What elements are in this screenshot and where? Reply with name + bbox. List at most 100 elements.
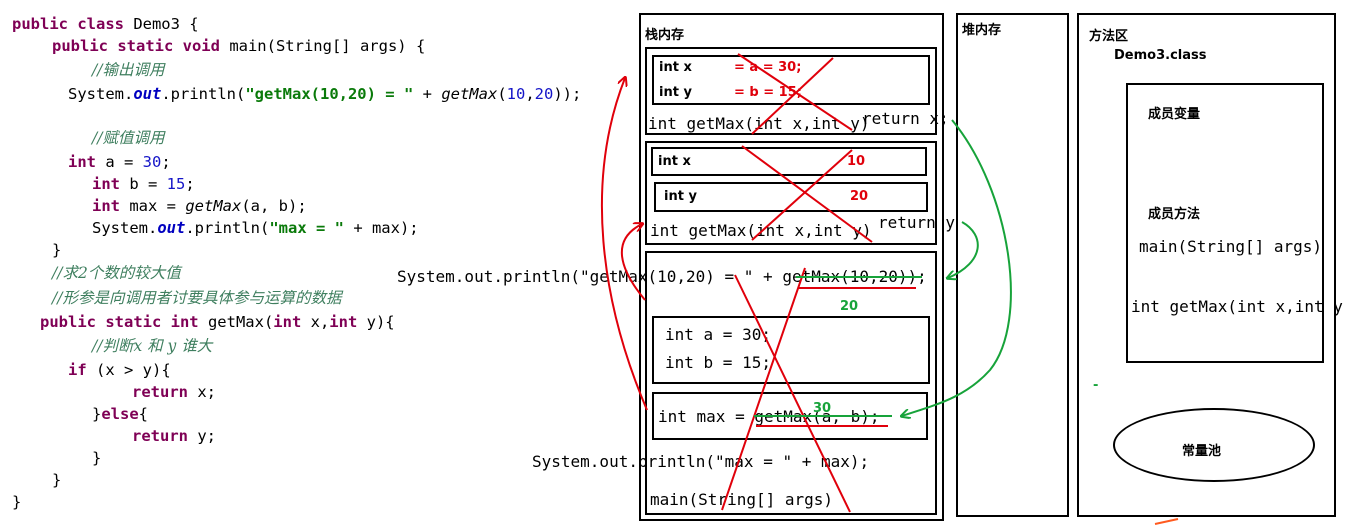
code-decl-a: int a = 30; bbox=[68, 151, 171, 173]
code-text: y){ bbox=[357, 313, 395, 331]
main-frame-println-2: System.out.println("max = " + max); bbox=[532, 452, 870, 471]
code-main-decl: public static void main(String[] args) { bbox=[52, 35, 425, 57]
main-frame-result-30: 30 bbox=[813, 401, 832, 416]
code-close-class: } bbox=[12, 493, 22, 511]
code-text: } bbox=[92, 405, 102, 423]
stack-memory-title: 栈内存 bbox=[645, 28, 685, 43]
code-close-if: } bbox=[92, 449, 102, 467]
main-frame-result-20: 20 bbox=[840, 299, 859, 314]
keyword: return bbox=[132, 383, 188, 401]
code-text: ( bbox=[497, 85, 507, 103]
frame2-val-y: 20 bbox=[850, 189, 869, 204]
code-println-1: System.out.println("getMax(10,20) = " + … bbox=[68, 83, 581, 105]
method-call: getMax bbox=[441, 85, 498, 103]
code-getmax-decl: public static int getMax(int x,int y){ bbox=[40, 311, 395, 333]
frame2-var-y: int y bbox=[664, 189, 697, 204]
keyword: int bbox=[92, 175, 120, 193]
keyword: int bbox=[273, 313, 302, 331]
main-frame-println-1: System.out.println("getMax(10,20) = " + … bbox=[397, 267, 927, 286]
code-text: + bbox=[413, 85, 442, 103]
code-class-decl: public class Demo3 { bbox=[12, 13, 199, 35]
methods-label: 成员方法 bbox=[1148, 207, 1201, 222]
method-call: getMax bbox=[185, 197, 242, 215]
keyword: public static int bbox=[40, 313, 199, 331]
code-comment-compare: //判断x 和 y 谁大 bbox=[92, 337, 213, 355]
code-text: ; bbox=[185, 175, 195, 193]
field-out: out bbox=[133, 85, 162, 103]
code-comment-param: //形参是向调用者讨要具体参与运算的数据 bbox=[52, 289, 342, 307]
field-out: out bbox=[157, 219, 186, 237]
green-dash-mark: - bbox=[1093, 378, 1099, 393]
main-frame-line-b: int b = 15; bbox=[665, 353, 771, 372]
code-else: }else{ bbox=[92, 403, 148, 425]
code-text: a = bbox=[96, 153, 143, 171]
code-text: main(String[] args) { bbox=[219, 37, 426, 55]
string-literal: "max = " bbox=[269, 219, 344, 237]
constant-pool-label: 常量池 bbox=[1182, 444, 1222, 459]
number-literal: 20 bbox=[534, 85, 554, 103]
method-area-title: 方法区 bbox=[1089, 29, 1129, 44]
number-literal: 30 bbox=[142, 153, 162, 171]
number-literal: 10 bbox=[506, 85, 526, 103]
frame2-x-box bbox=[651, 147, 927, 176]
code-text: (x > y){ bbox=[86, 361, 171, 379]
orange-mark bbox=[1154, 518, 1179, 525]
string-literal: "getMax(10,20) = " bbox=[245, 85, 414, 103]
class-name: Demo3.class bbox=[1114, 48, 1207, 63]
class-members-box bbox=[1126, 83, 1324, 363]
main-frame-line-a: int a = 30; bbox=[665, 325, 771, 344]
code-text: y; bbox=[188, 427, 216, 445]
code-close-method: } bbox=[52, 471, 62, 489]
code-text: System. bbox=[92, 219, 158, 237]
code-text: ; bbox=[161, 153, 171, 171]
keyword: int bbox=[329, 313, 358, 331]
frame1-return: return x; bbox=[862, 109, 949, 128]
code-comment-assign-call: //赋值调用 bbox=[92, 129, 165, 147]
keyword: public static void bbox=[52, 37, 220, 55]
number-literal: 15 bbox=[166, 175, 186, 193]
code-comment-output-call: //输出调用 bbox=[92, 61, 165, 79]
frame2-val-x: 10 bbox=[847, 154, 866, 169]
code-text: x, bbox=[301, 313, 330, 331]
frame1-val-y: = b = 15; bbox=[734, 85, 802, 100]
code-text: System. bbox=[68, 85, 134, 103]
keyword: int bbox=[68, 153, 96, 171]
code-text: , bbox=[525, 85, 535, 103]
code-return-x: return x; bbox=[132, 381, 216, 403]
code-text: .println( bbox=[185, 219, 270, 237]
keyword: public class bbox=[12, 15, 124, 33]
method-main-sig: main(String[] args) bbox=[1139, 237, 1323, 256]
code-if: if (x > y){ bbox=[68, 359, 171, 381]
code-text: getMax( bbox=[198, 313, 274, 331]
members-label: 成员变量 bbox=[1148, 107, 1201, 122]
code-text: + max); bbox=[343, 219, 419, 237]
code-comment-task: //求2个数的较大值 bbox=[52, 264, 181, 282]
code-decl-max: int max = getMax(a, b); bbox=[92, 195, 307, 217]
frame2-return: return y; bbox=[878, 213, 965, 232]
code-text: { bbox=[138, 405, 149, 423]
frame2-signature: int getMax(int x,int y) bbox=[650, 221, 872, 240]
keyword: return bbox=[132, 427, 188, 445]
code-text: )); bbox=[553, 85, 582, 103]
keyword: int bbox=[92, 197, 120, 215]
main-frame-line-max: int max = getMax(a, b); bbox=[658, 407, 880, 426]
code-text: b = bbox=[120, 175, 167, 193]
heap-memory-title: 堆内存 bbox=[962, 23, 1002, 38]
frame1-var-y: int y bbox=[659, 85, 692, 100]
keyword: else bbox=[101, 405, 139, 423]
frame1-signature: int getMax(int x,int y) bbox=[648, 114, 870, 133]
keyword: if bbox=[68, 361, 87, 379]
code-text: (a, b); bbox=[241, 197, 307, 215]
method-getmax-sig: int getMax(int x,int y bbox=[1131, 297, 1343, 316]
main-frame-signature: main(String[] args) bbox=[650, 490, 834, 509]
code-text: max = bbox=[120, 197, 186, 215]
code-text: .println( bbox=[161, 85, 246, 103]
frame1-val-x: = a = 30; bbox=[734, 60, 802, 75]
heap-memory-panel bbox=[956, 13, 1069, 517]
code-return-y: return y; bbox=[132, 425, 216, 447]
frame2-var-x: int x bbox=[658, 154, 691, 169]
code-println-2: System.out.println("max = " + max); bbox=[92, 217, 419, 239]
frame1-var-x: int x bbox=[659, 60, 692, 75]
code-text: Demo3 { bbox=[123, 15, 199, 33]
code-close-main: } bbox=[52, 241, 62, 259]
